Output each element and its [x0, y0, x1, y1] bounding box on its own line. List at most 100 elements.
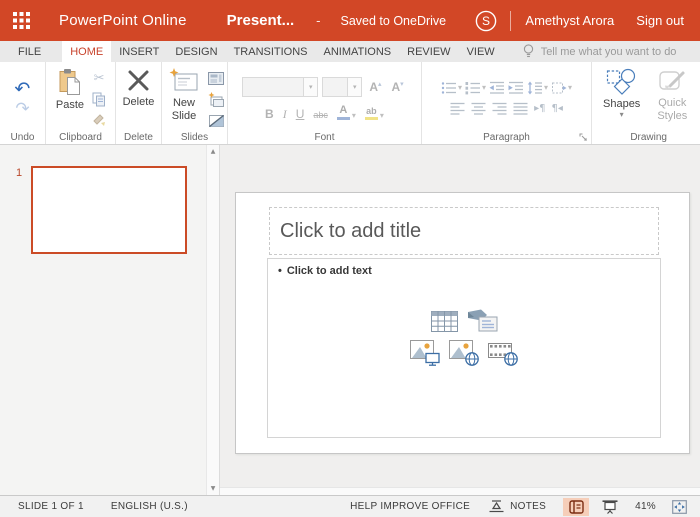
- skype-icon[interactable]: S: [475, 10, 497, 32]
- canvas-horizontal-scrollbar[interactable]: [220, 487, 700, 495]
- zoom-level[interactable]: 41%: [635, 501, 656, 512]
- layout-button[interactable]: [207, 70, 225, 87]
- bullet-mark: •: [278, 265, 282, 277]
- decrease-indent-button: [489, 81, 505, 95]
- italic-button: I: [283, 108, 287, 120]
- tell-me-box[interactable]: Tell me what you want to do: [523, 41, 676, 62]
- duplicate-slide-button[interactable]: [207, 91, 225, 108]
- new-slide-label: New Slide: [171, 97, 197, 122]
- editing-view-icon: [568, 499, 584, 514]
- font-group-label: Font: [314, 132, 335, 143]
- quick-styles-label: Quick Styles: [657, 97, 688, 122]
- document-title[interactable]: Present...: [227, 12, 295, 29]
- paragraph-group: ▾ ▾ ▾ ▾ ▸¶ ¶◂ Paragraph: [422, 62, 592, 144]
- tab-file[interactable]: FILE: [10, 41, 49, 62]
- quick-styles-button: Quick Styles: [651, 68, 693, 129]
- paragraph-group-label: Paragraph: [483, 132, 530, 143]
- scroll-down-icon[interactable]: ▼: [207, 485, 219, 492]
- lightbulb-icon: [523, 44, 533, 58]
- title-placeholder[interactable]: Click to add title: [269, 207, 659, 255]
- tab-view[interactable]: VIEW: [459, 41, 503, 62]
- clipboard-group-label: Clipboard: [59, 132, 102, 143]
- language-indicator[interactable]: ENGLISH (U.S.): [111, 501, 188, 512]
- underline-button: U: [296, 108, 305, 120]
- font-name-select: ▾: [242, 77, 319, 97]
- paste-icon: [59, 69, 80, 95]
- thumbnail-scrollbar[interactable]: ▲ ▼: [206, 145, 220, 495]
- drawing-group: Shapes ▾ Quick Styles Drawing: [592, 62, 700, 144]
- workspace: 1 ▲ ▼ Click to add title • Click to add t…: [0, 145, 700, 495]
- slides-group: New Slide Slides: [162, 62, 228, 144]
- app-launcher-icon[interactable]: [13, 12, 30, 29]
- svg-text:S: S: [482, 14, 490, 28]
- slide-number: 1: [16, 167, 23, 179]
- strikethrough-button: abc: [313, 111, 328, 120]
- insert-online-picture-icon[interactable]: [449, 340, 479, 366]
- italic-icon: I: [282, 107, 287, 121]
- tab-review[interactable]: REVIEW: [399, 41, 458, 62]
- bold-icon: B: [265, 107, 274, 121]
- title-placeholder-text: Click to add title: [280, 219, 422, 242]
- body-placeholder-text: Click to add text: [286, 265, 372, 277]
- bullets-button: ▾: [441, 81, 462, 95]
- tab-animations[interactable]: ANIMATIONS: [316, 41, 400, 62]
- content-insert-icons: [268, 309, 660, 366]
- shapes-label: Shapes: [603, 98, 641, 110]
- new-slide-button[interactable]: New Slide: [164, 68, 204, 129]
- align-left-icon: [450, 102, 465, 115]
- save-status: Saved to OneDrive: [340, 13, 447, 28]
- hide-slide-button[interactable]: [207, 112, 225, 129]
- paste-button[interactable]: Paste: [53, 68, 87, 129]
- clipboard-group: Paste ✂ Clipboard: [46, 62, 116, 144]
- slideshow-view-button[interactable]: [597, 498, 623, 516]
- delete-button[interactable]: Delete: [120, 68, 158, 129]
- align-right-icon: [492, 102, 507, 115]
- help-improve-office-link[interactable]: HELP IMPROVE OFFICE: [350, 501, 470, 512]
- user-name[interactable]: Amethyst Arora: [525, 13, 614, 28]
- format-painter-button: [90, 112, 108, 129]
- notes-label: NOTES: [510, 501, 547, 512]
- insert-picture-icon[interactable]: [410, 340, 440, 366]
- scroll-up-icon[interactable]: ▲: [207, 148, 219, 155]
- shapes-button[interactable]: Shapes ▾: [600, 68, 643, 129]
- font-color-icon: A: [336, 105, 350, 120]
- highlight-icon: ab: [364, 107, 378, 120]
- app-header: PowerPoint Online Present... - Saved to …: [0, 0, 700, 41]
- tab-insert[interactable]: INSERT: [111, 41, 167, 62]
- left-to-right-icon: ▸¶: [534, 103, 546, 114]
- copy-icon: [92, 92, 106, 107]
- slide-thumbnail[interactable]: [31, 166, 187, 254]
- numbering-icon: [465, 82, 480, 95]
- text-direction-button: ▾: [551, 81, 572, 95]
- delete-icon: [128, 70, 149, 91]
- line-spacing-icon: [527, 81, 542, 95]
- insert-table-icon[interactable]: [430, 310, 458, 332]
- slide-editor[interactable]: Click to add title • Click to add text: [235, 192, 690, 454]
- chevron-down-icon: ▾: [351, 111, 356, 120]
- status-bar: SLIDE 1 OF 1 ENGLISH (U.S.) HELP IMPROVE…: [0, 495, 700, 517]
- right-to-left-icon: ¶◂: [551, 103, 563, 114]
- sign-out-link[interactable]: Sign out: [636, 13, 684, 28]
- header-right: S Amethyst Arora Sign out: [475, 10, 684, 32]
- editing-view-button[interactable]: [563, 497, 590, 516]
- hide-slide-icon: [208, 114, 224, 127]
- fit-to-window-icon: [671, 499, 687, 514]
- ribbon-tab-bar: FILE HOME INSERT DESIGN TRANSITIONS ANIM…: [0, 41, 700, 62]
- insert-online-video-icon[interactable]: [488, 340, 518, 366]
- paste-label: Paste: [55, 99, 85, 111]
- justify-icon: [513, 102, 528, 115]
- undo-icon[interactable]: ↶: [15, 79, 31, 99]
- align-center-icon: [471, 102, 486, 115]
- slide-thumbnail-panel: 1: [0, 145, 206, 495]
- insert-smartart-icon[interactable]: [467, 309, 498, 333]
- drawing-group-label: Drawing: [630, 132, 667, 143]
- fit-to-window-button[interactable]: [666, 498, 692, 516]
- notes-toggle[interactable]: NOTES: [489, 500, 546, 513]
- cut-button: ✂: [90, 70, 108, 87]
- content-placeholder[interactable]: • Click to add text: [267, 258, 661, 438]
- ribbon: ↶ ↷ Undo Paste ✂ Clipboard Delete Delete…: [0, 62, 700, 145]
- tab-design[interactable]: DESIGN: [167, 41, 225, 62]
- chevron-down-icon: ▾: [619, 109, 624, 119]
- tab-transitions[interactable]: TRANSITIONS: [226, 41, 316, 62]
- tab-home[interactable]: HOME: [62, 41, 112, 62]
